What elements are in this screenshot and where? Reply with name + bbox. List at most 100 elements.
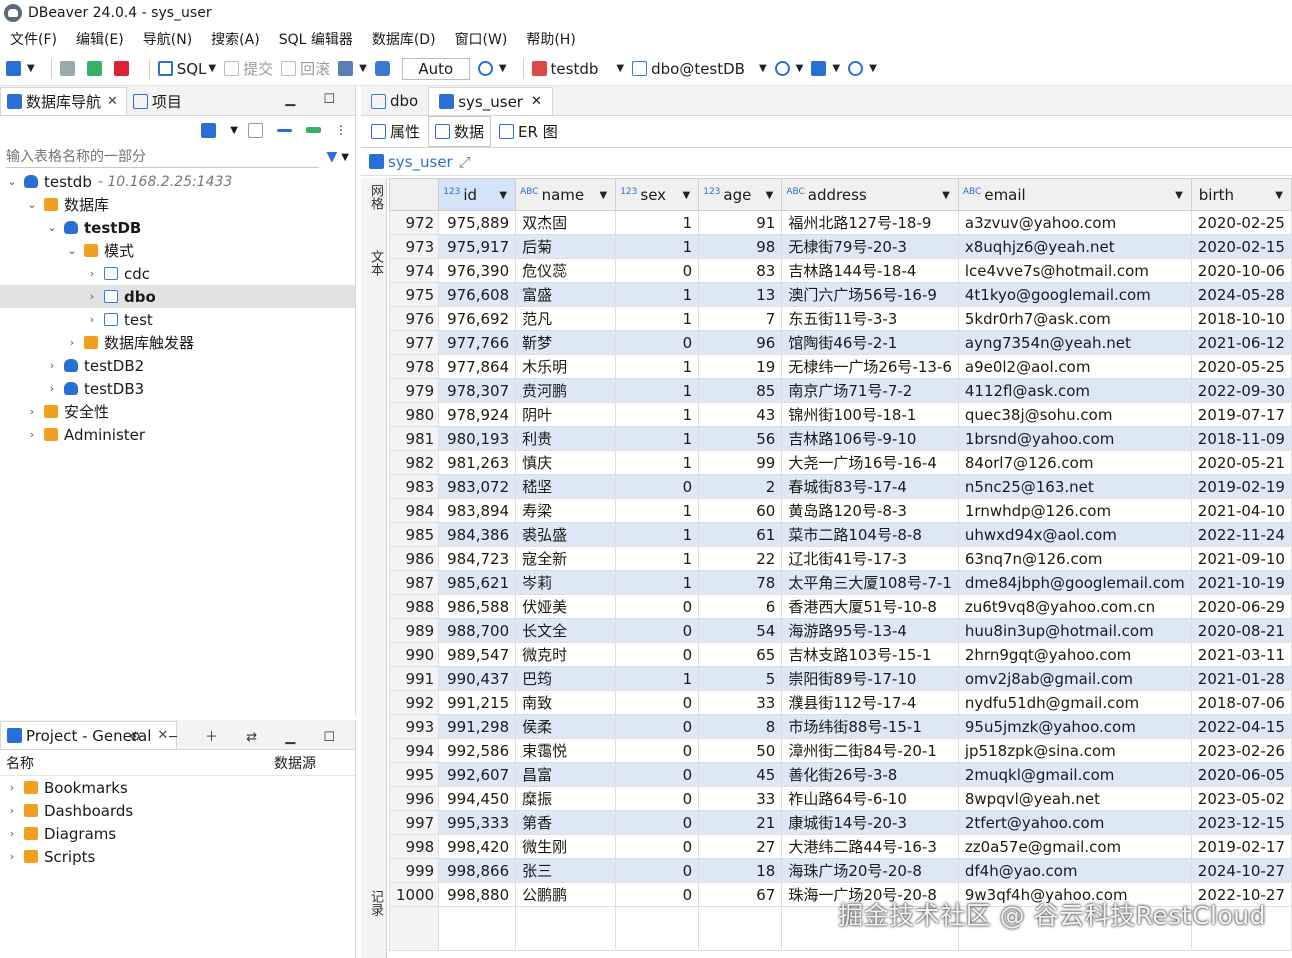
table-row[interactable]: 979 978,307 贲河鹏 1 85 南京广场71号-7-2 4112fl@ask.co… <box>388 378 1292 403</box>
table-cell[interactable]: 香港西大厦51号-10-8 <box>781 594 959 619</box>
view-text-button[interactable]: 文本 <box>366 250 385 276</box>
table-cell[interactable]: 2021-04-10 <box>1190 498 1292 523</box>
table-cell[interactable]: 2021-09-10 <box>1190 546 1292 571</box>
dashboard-button[interactable]: ▼ <box>774 61 803 76</box>
table-cell[interactable]: 太平角三大厦108号-7-1 <box>781 570 959 595</box>
column-filter-icon[interactable]: ▼ <box>942 190 950 201</box>
table-cell[interactable]: 998,880 <box>438 882 517 907</box>
tree-item[interactable]: › testDB2 <box>0 354 355 377</box>
table-cell[interactable]: 寇全新 <box>515 546 617 571</box>
menu-search[interactable]: 搜索(A) <box>211 29 260 49</box>
table-cell[interactable]: 27 <box>698 834 783 859</box>
table-cell[interactable]: 6 <box>698 594 783 619</box>
search-button[interactable]: ▼ <box>848 61 877 76</box>
table-row[interactable]: 999 998,866 张三 0 18 海珠广场20号-20-8 df4h@yao.com 2… <box>388 858 1292 883</box>
table-cell[interactable]: 998,866 <box>438 858 517 883</box>
table-row[interactable]: 974 976,390 危仪蕊 0 83 吉林路144号-18-4 lce4vve7s@ho… <box>388 258 1292 283</box>
invalidate-button[interactable] <box>113 61 133 76</box>
tree-item[interactable]: › 安全性 <box>0 400 355 423</box>
table-row[interactable]: 992 991,215 南致 0 33 濮县街112号-17-4 nydfu51dh@gma… <box>388 690 1292 715</box>
table-cell[interactable]: 2020-08-21 <box>1190 618 1292 643</box>
table-cell[interactable]: 张三 <box>515 858 617 883</box>
table-cell[interactable]: 1 <box>615 522 700 547</box>
table-cell[interactable]: 984,386 <box>438 522 517 547</box>
table-cell[interactable]: 0 <box>615 882 700 907</box>
table-cell[interactable]: 2020-05-25 <box>1190 354 1292 379</box>
table-cell[interactable]: 危仪蕊 <box>515 258 617 283</box>
menu-edit[interactable]: 编辑(E) <box>76 29 124 49</box>
collapse-arrow-icon[interactable]: › <box>6 781 18 794</box>
table-cell[interactable]: 998,420 <box>438 834 517 859</box>
table-row[interactable]: 986 984,723 寇全新 1 22 辽北街41号-17-3 63nq7n@126.co… <box>388 546 1292 571</box>
table-cell[interactable]: 长文全 <box>515 618 617 643</box>
table-cell[interactable]: 1 <box>615 402 700 427</box>
table-row[interactable]: 972 975,889 双杰固 1 91 福州北路127号-18-9 a3zvuv@yaho… <box>388 210 1292 235</box>
table-filter-input[interactable] <box>6 146 319 168</box>
table-cell[interactable]: 大港纬二路44号-16-3 <box>781 834 959 859</box>
collapse-arrow-icon[interactable]: › <box>26 428 38 441</box>
table-cell[interactable]: 靳梦 <box>515 330 617 355</box>
table-cell[interactable]: a9e0l2@aol.com <box>957 354 1192 379</box>
table-cell[interactable]: 986,588 <box>438 594 517 619</box>
tab-er-diagram[interactable]: ER 图 <box>493 117 564 146</box>
table-cell[interactable]: 0 <box>615 258 700 283</box>
table-cell[interactable]: 1 <box>615 210 700 235</box>
table-cell[interactable]: 康城街14号-20-3 <box>781 810 959 835</box>
table-cell[interactable]: 983,894 <box>438 498 517 523</box>
close-icon[interactable]: ✕ <box>531 94 542 109</box>
table-cell[interactable]: 昌富 <box>515 762 617 787</box>
table-cell[interactable]: 99 <box>698 450 783 475</box>
table-cell[interactable]: 海珠广场20号-20-8 <box>781 858 959 883</box>
table-cell[interactable]: 1brsnd@yahoo.com <box>957 426 1192 451</box>
table-cell[interactable]: 0 <box>615 786 700 811</box>
table-cell[interactable]: 978,307 <box>438 378 517 403</box>
table-cell[interactable]: 辽北街41号-17-3 <box>781 546 959 571</box>
table-cell[interactable]: 2022-09-30 <box>1190 378 1292 403</box>
table-cell[interactable]: ayng7354n@yeah.net <box>957 330 1192 355</box>
rollback-button[interactable]: 回滚 <box>281 58 330 79</box>
table-cell[interactable]: 992,607 <box>438 762 517 787</box>
collapse-arrow-icon[interactable]: › <box>66 336 78 349</box>
table-row[interactable]: 994 992,586 束霭悦 0 50 漳州街二街84号-20-1 jp518zpk@si… <box>388 738 1292 763</box>
view-menu-icon[interactable]: ⋮ <box>335 123 347 137</box>
collapse-arrow-icon[interactable]: › <box>26 405 38 418</box>
reconnect-button[interactable] <box>86 61 106 76</box>
table-cell[interactable]: 2020-10-06 <box>1190 258 1292 283</box>
collapse-arrow-icon[interactable]: › <box>86 313 98 326</box>
table-cell[interactable]: 澳门六广场56号-16-9 <box>781 282 959 307</box>
table-cell[interactable]: 83 <box>698 258 783 283</box>
table-cell[interactable]: 989,547 <box>438 642 517 667</box>
menu-help[interactable]: 帮助(H) <box>526 29 575 49</box>
table-cell[interactable]: 1 <box>615 450 700 475</box>
table-cell[interactable]: 2020-06-29 <box>1190 594 1292 619</box>
commit-button[interactable]: 提交 <box>224 58 273 79</box>
collapse-arrow-icon[interactable]: › <box>46 359 58 372</box>
table-cell[interactable]: 寿梁 <box>515 498 617 523</box>
table-cell[interactable]: 19 <box>698 354 783 379</box>
tree-item[interactable]: › testDB3 <box>0 377 355 400</box>
table-cell[interactable]: 微克时 <box>515 642 617 667</box>
table-cell[interactable]: 7 <box>698 306 783 331</box>
table-cell[interactable]: 45 <box>698 762 783 787</box>
disconnect-button[interactable] <box>59 61 79 76</box>
tab-database-navigator[interactable]: 数据库导航 ✕ <box>0 87 127 115</box>
table-cell[interactable]: 0 <box>615 714 700 739</box>
tab-data[interactable]: 数据 <box>428 116 492 147</box>
column-header-sex[interactable]: 123 sex ▼ <box>615 178 700 211</box>
lock-button[interactable] <box>374 61 394 76</box>
table-cell[interactable]: 双杰固 <box>515 210 617 235</box>
table-cell[interactable]: 0 <box>615 642 700 667</box>
table-cell[interactable]: 2018-10-10 <box>1190 306 1292 331</box>
table-cell[interactable]: 60 <box>698 498 783 523</box>
table-cell[interactable]: 2022-11-24 <box>1190 522 1292 547</box>
panel-window-controls[interactable]: ⚙ ─ ＋ ⇄ ▁ ☐ <box>129 726 347 745</box>
table-cell[interactable]: 21 <box>698 810 783 835</box>
table-row[interactable]: 980 978,924 阴叶 1 43 锦州街100号-18-1 quec38j@sohu.… <box>388 402 1292 427</box>
table-cell[interactable]: 2023-05-02 <box>1190 786 1292 811</box>
table-cell[interactable]: 976,608 <box>438 282 517 307</box>
table-cell[interactable]: 慎庆 <box>515 450 617 475</box>
table-cell[interactable]: zu6t9vq8@yahoo.com.cn <box>957 594 1192 619</box>
project-item[interactable]: › Dashboards <box>0 799 355 822</box>
table-cell[interactable]: 983,072 <box>438 474 517 499</box>
table-cell[interactable]: 阴叶 <box>515 402 617 427</box>
